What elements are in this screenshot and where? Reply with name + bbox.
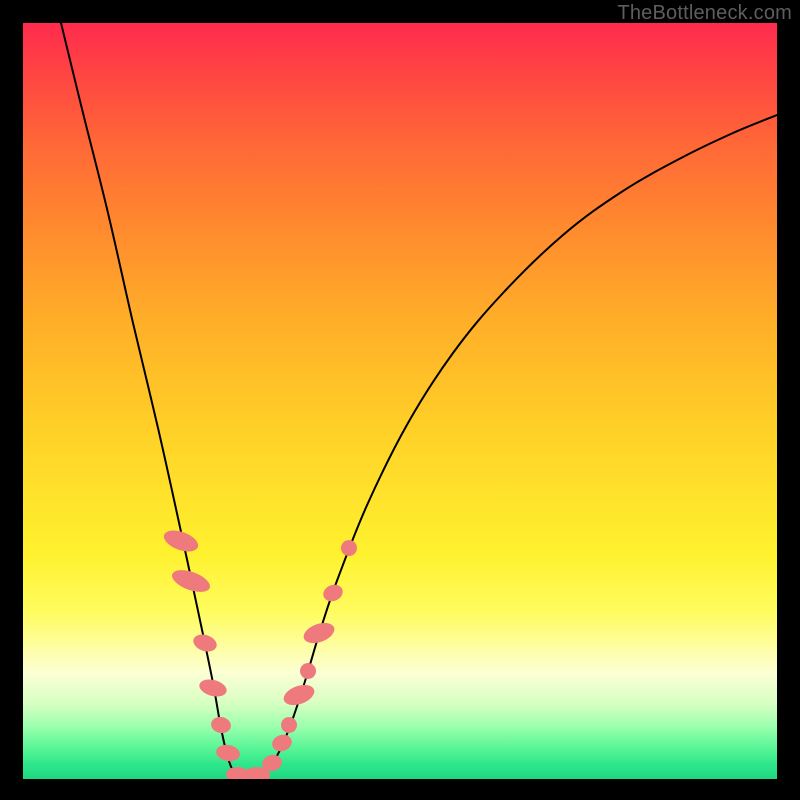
markers-right xyxy=(241,537,359,779)
marker-point xyxy=(321,582,346,604)
watermark-text: TheBottleneck.com xyxy=(617,2,792,25)
marker-point xyxy=(301,619,337,647)
marker-point xyxy=(169,566,213,597)
marker-point xyxy=(279,715,300,736)
marker-point xyxy=(338,537,359,558)
curve-right-arm xyxy=(245,115,777,777)
marker-point xyxy=(191,632,219,655)
chart-plot-area xyxy=(23,23,777,779)
chart-svg xyxy=(23,23,777,779)
curve-left-arm xyxy=(61,23,245,777)
marker-point xyxy=(210,715,233,735)
marker-point xyxy=(215,743,241,763)
marker-point xyxy=(270,732,294,753)
marker-point xyxy=(298,661,319,682)
marker-point xyxy=(197,677,228,700)
marker-point xyxy=(281,681,317,709)
